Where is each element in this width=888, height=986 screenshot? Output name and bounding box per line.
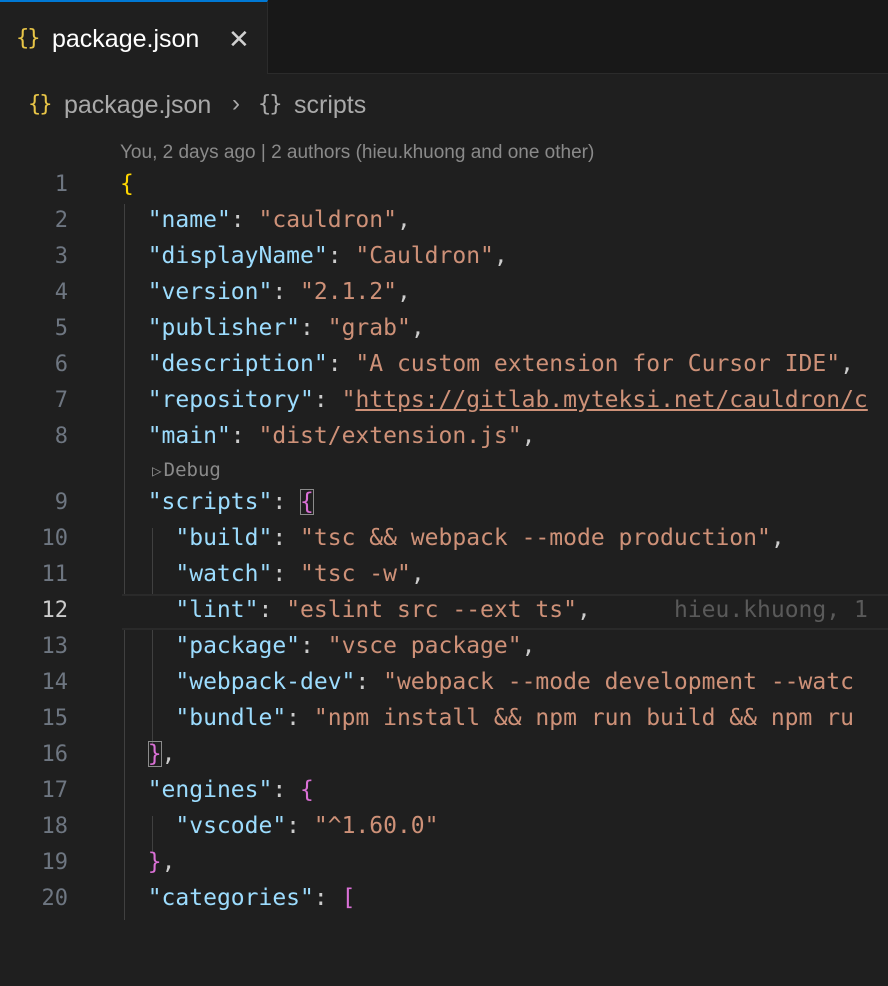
line-number: 5 [54, 316, 68, 341]
json-key: "engines" [147, 777, 273, 803]
json-string: "Cauldron" [355, 243, 494, 269]
line-number: 6 [54, 352, 68, 377]
json-string: "tsc -w" [300, 561, 411, 587]
inline-blame[interactable]: hieu.khuong, 1 [674, 597, 868, 623]
code-line: 14 "webpack-dev": "webpack --mode develo… [0, 666, 888, 702]
line-number: 20 [41, 886, 69, 911]
repository-link[interactable]: https://gitlab.myteksi.net/cauldron/c [355, 387, 867, 413]
json-key: "name" [147, 207, 231, 233]
json-key: "publisher" [147, 315, 301, 341]
bracket-match: } [147, 741, 162, 767]
json-string: "eslint src --ext ts" [286, 597, 577, 623]
code-line: 9 "scripts": { [0, 486, 888, 522]
line-number: 8 [54, 424, 68, 449]
json-string: "npm install && npm run build && npm ru [313, 705, 854, 731]
json-string: "2.1.2" [300, 279, 397, 305]
code-line: 4 "version": "2.1.2", [0, 276, 888, 312]
line-number: 10 [41, 526, 69, 551]
json-key: "repository" [147, 387, 314, 413]
json-key: "webpack-dev" [175, 669, 356, 695]
json-key: "watch" [175, 561, 273, 587]
json-key: "package" [175, 633, 301, 659]
json-key: "displayName" [147, 243, 328, 269]
json-key: "main" [147, 423, 231, 449]
debug-label: Debug [163, 459, 221, 481]
json-key: "categories" [147, 885, 314, 911]
line-number: 4 [54, 280, 68, 305]
json-key: "build" [175, 525, 273, 551]
code-line: 5 "publisher": "grab", [0, 312, 888, 348]
line-number: 12 [41, 598, 69, 623]
code-line: 20 "categories": [ [0, 882, 888, 918]
bracket-match: { [300, 489, 314, 515]
play-icon: ▷ [152, 461, 162, 480]
json-string: "webpack --mode development --watc [383, 669, 854, 695]
json-key: "lint" [175, 597, 259, 623]
json-key: "vscode" [175, 813, 287, 839]
line-number: 15 [41, 706, 69, 731]
code-line: 10 "build": "tsc && webpack --mode produ… [0, 522, 888, 558]
json-string: "vsce package" [327, 633, 522, 659]
json-string-quote: " [341, 387, 356, 413]
code-line: 16 }, [0, 738, 888, 774]
json-key: "description" [147, 351, 328, 377]
code-editor[interactable]: 1 { 2 "name": "cauldron", 3 "displayName… [0, 0, 888, 920]
code-line-current: 12 "lint": "eslint src --ext ts", hieu.k… [0, 594, 888, 630]
code-line: 2 "name": "cauldron", [0, 204, 888, 240]
code-line: 13 "package": "vsce package", [0, 630, 888, 666]
code-line: 1 { [0, 168, 888, 204]
line-number: 16 [41, 742, 69, 767]
code-line: 15 "bundle": "npm install && npm run bui… [0, 702, 888, 738]
code-line: 18 "vscode": "^1.60.0" [0, 810, 888, 846]
json-string: "dist/extension.js" [258, 423, 522, 449]
json-string: "tsc && webpack --mode production" [300, 525, 771, 551]
line-number: 2 [54, 208, 68, 233]
json-string: "^1.60.0" [313, 813, 439, 839]
json-key: "version" [147, 279, 273, 305]
line-number: 11 [41, 562, 69, 587]
json-string: "cauldron" [258, 207, 397, 233]
line-number: 9 [54, 490, 68, 515]
code-line: 3 "displayName": "Cauldron", [0, 240, 888, 276]
debug-codelens[interactable]: ▷ Debug [152, 459, 221, 481]
line-number: 1 [54, 172, 68, 197]
json-string: "A custom extension for Cursor IDE" [355, 351, 841, 377]
line-number: 18 [41, 814, 69, 839]
code-line: 6 "description": "A custom extension for… [0, 348, 888, 384]
json-string: "grab" [327, 315, 411, 341]
code-line: 19 }, [0, 846, 888, 882]
line-number: 3 [54, 244, 68, 269]
code-line: 7 "repository": "https://gitlab.myteksi.… [0, 384, 888, 420]
code-line: 8 "main": "dist/extension.js", [0, 420, 888, 456]
line-number: 13 [41, 634, 69, 659]
line-number: 17 [41, 778, 69, 803]
code-line: 11 "watch": "tsc -w", [0, 558, 888, 594]
line-number: 14 [41, 670, 69, 695]
line-number: 19 [41, 850, 69, 875]
json-key: "scripts" [147, 489, 273, 515]
code-line: 17 "engines": { [0, 774, 888, 810]
json-key: "bundle" [175, 705, 287, 731]
line-number: 7 [54, 388, 68, 413]
